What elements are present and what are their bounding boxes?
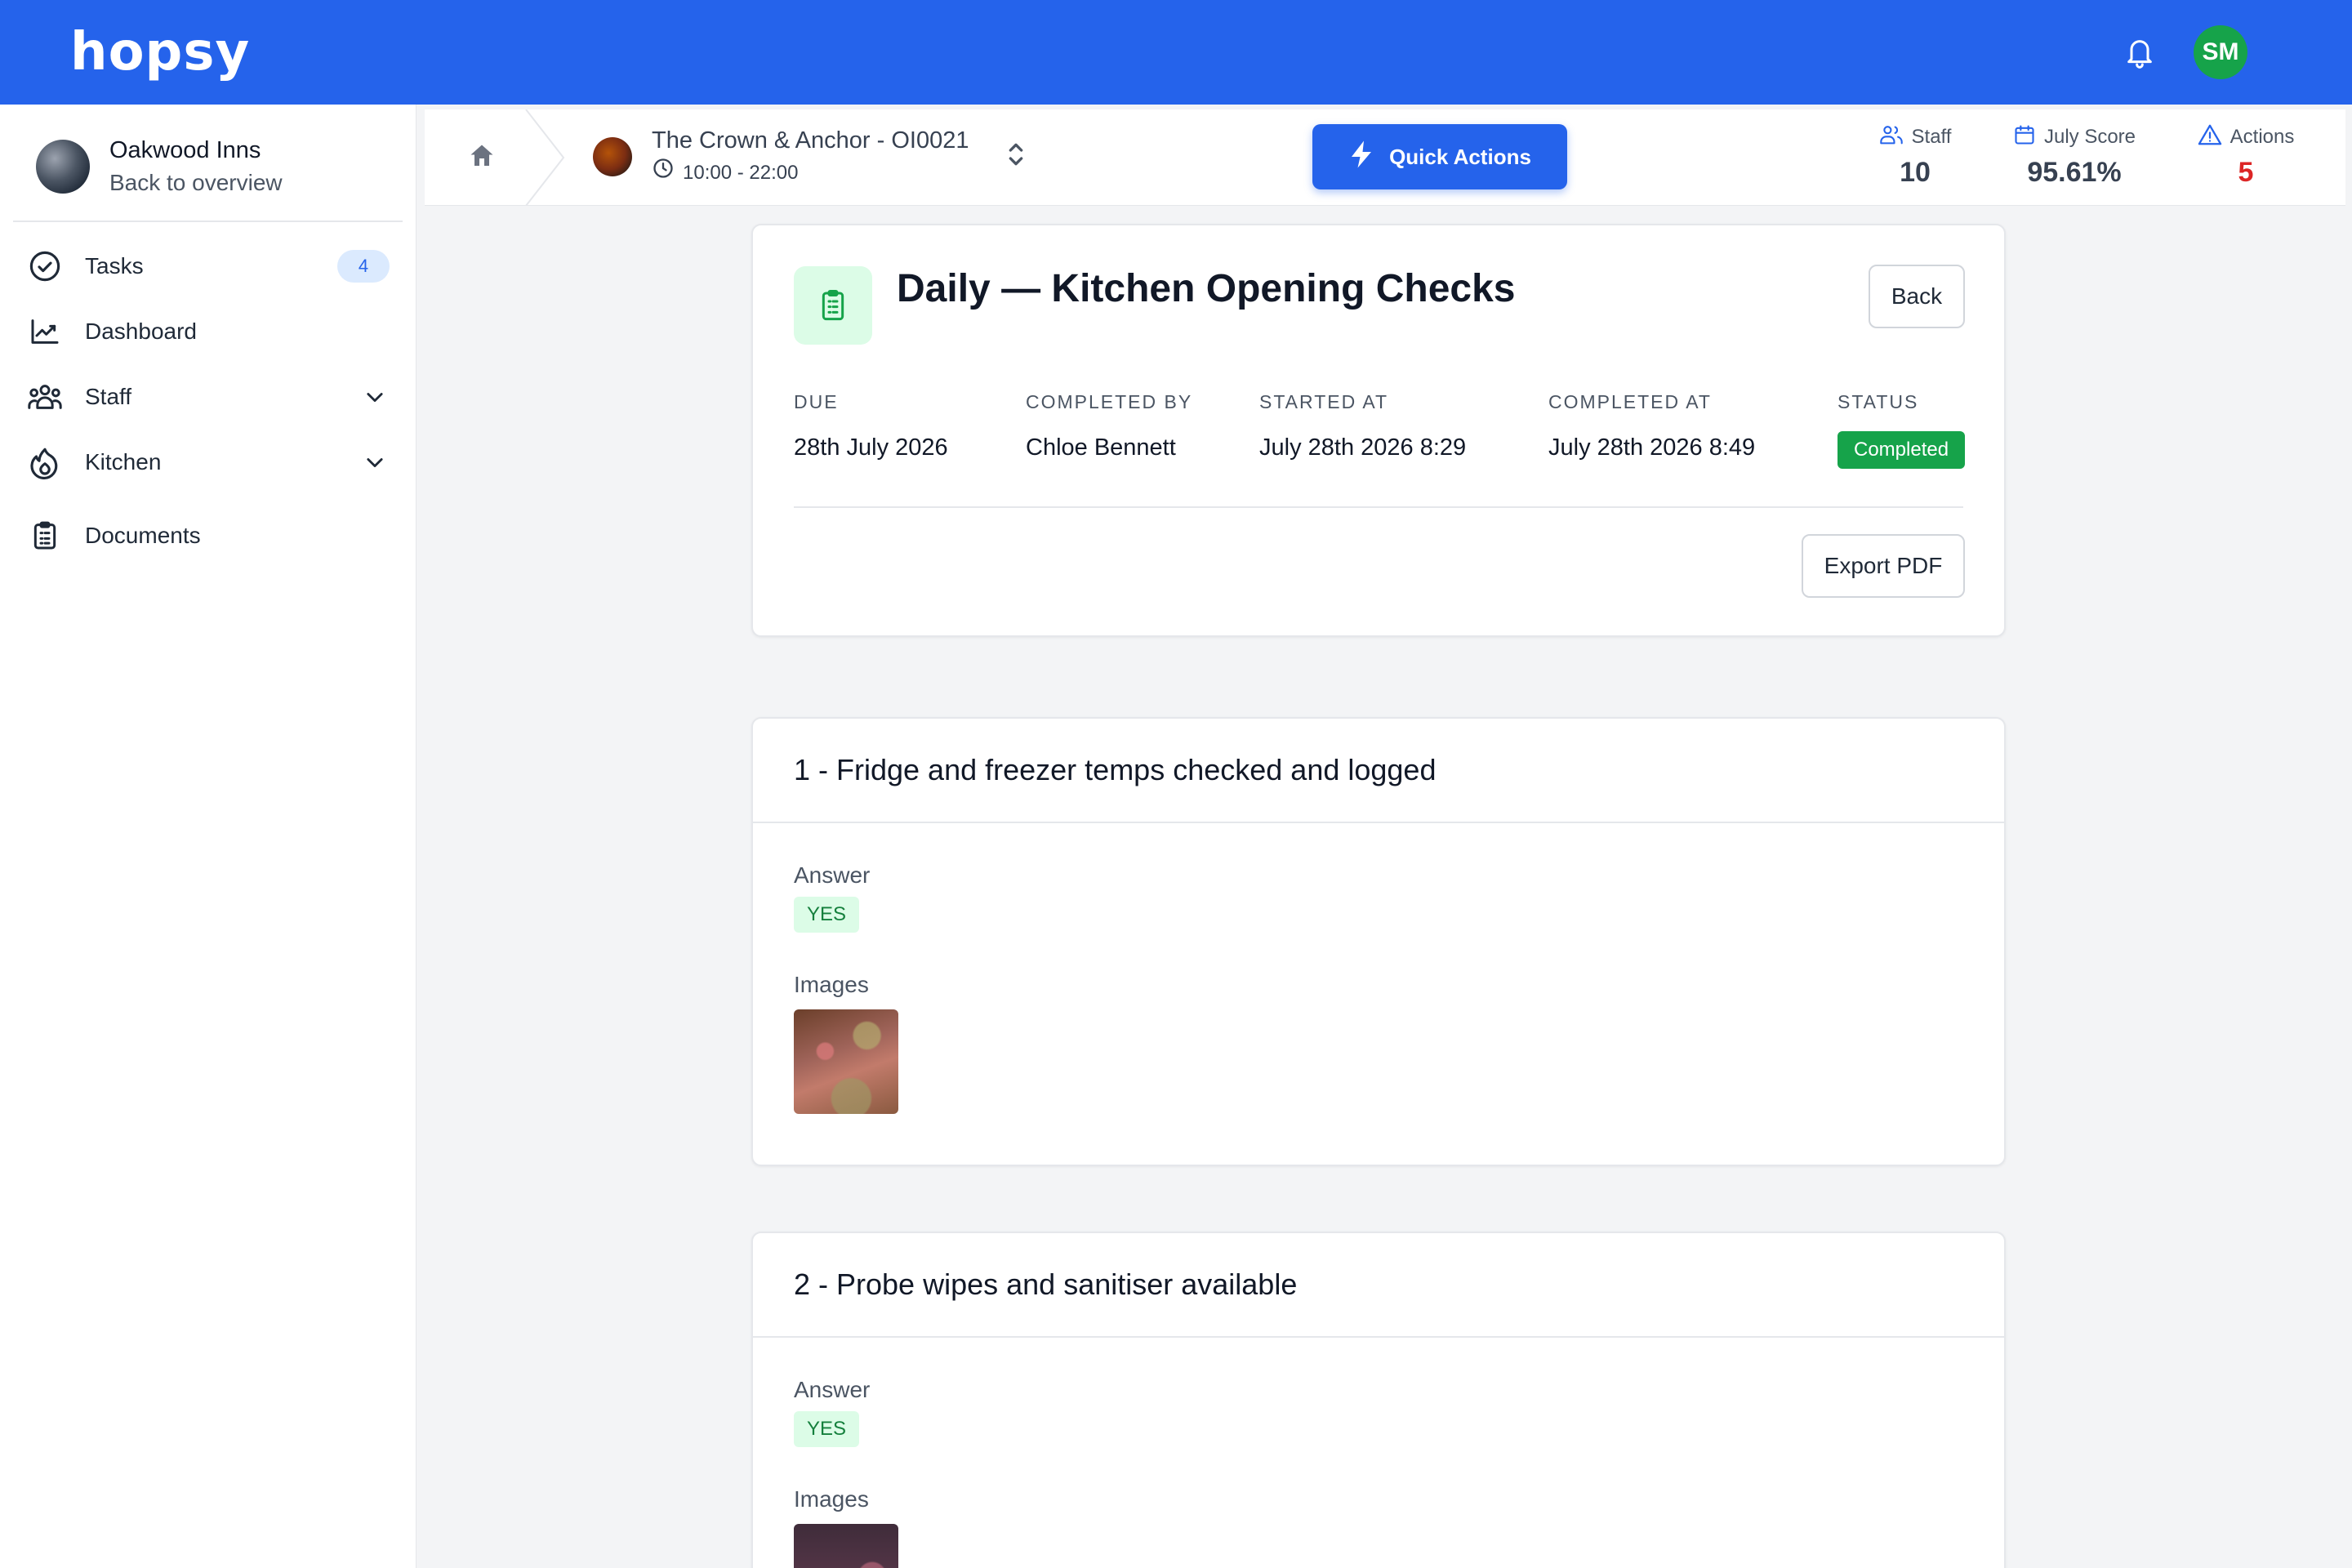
meta-label: COMPLETED BY xyxy=(1026,391,1193,412)
meta-value: July 28th 2026 8:49 xyxy=(1548,434,1756,461)
site-stats: Staff 10 July Score 95.61% Actions 5 xyxy=(1829,121,2328,191)
bell-icon[interactable] xyxy=(2118,31,2161,74)
sidebar-item-staff[interactable]: Staff xyxy=(0,364,416,430)
site-name: The Crown & Anchor - OI0021 xyxy=(652,127,969,154)
meta-due: DUE 28th July 2026 xyxy=(794,385,948,464)
chevron-up-down-icon[interactable] xyxy=(1004,138,1027,175)
user-avatar[interactable]: SM xyxy=(2194,25,2247,79)
sidebar-item-label: Kitchen xyxy=(85,449,162,474)
back-to-overview-link[interactable]: Back to overview xyxy=(109,167,283,199)
status-badge: Completed xyxy=(1838,431,1966,469)
site-avatar xyxy=(593,136,632,176)
calendar-icon xyxy=(2013,123,2036,152)
meta-label: COMPLETED AT xyxy=(1548,391,1712,412)
checklist-header-card: Daily — Kitchen Opening Checks Back DUE … xyxy=(751,224,2006,637)
home-icon xyxy=(467,141,497,175)
sidebar-item-tasks[interactable]: Tasks 4 xyxy=(0,234,416,299)
stat-value: 5 xyxy=(2238,157,2254,188)
answer-label: Answer xyxy=(794,1377,871,1402)
stat-july-score[interactable]: July Score 95.61% xyxy=(1993,121,2156,191)
clipboard-list-icon xyxy=(794,266,872,345)
stat-actions[interactable]: Actions 5 xyxy=(2164,121,2328,191)
meta-completed-by: COMPLETED BY Chloe Bennett xyxy=(1026,385,1192,464)
flame-icon xyxy=(26,443,64,481)
sidebar-item-label: Dashboard xyxy=(85,318,197,344)
quick-actions-label: Quick Actions xyxy=(1389,144,1531,169)
meta-label: STARTED AT xyxy=(1259,391,1389,412)
stat-value: 95.61% xyxy=(2027,157,2122,188)
images-label: Images xyxy=(794,972,869,997)
answer-label: Answer xyxy=(794,862,871,888)
app-logo[interactable]: hopsy xyxy=(70,22,250,82)
stat-label: Actions xyxy=(2230,126,2295,148)
top-bar: hopsy SM xyxy=(0,0,2352,105)
context-bar: The Crown & Anchor - OI0021 10:00 - 22:0… xyxy=(425,109,2345,206)
sidebar-nav: Tasks 4 Dashboard Staff Kitchen Document… xyxy=(0,222,416,568)
meta-label: STATUS xyxy=(1838,391,1919,412)
stat-staff[interactable]: Staff 10 xyxy=(1829,121,2001,191)
question-title: 1 - Fridge and freezer temps checked and… xyxy=(753,719,2004,823)
org-switcher[interactable]: Oakwood Inns Back to overview xyxy=(13,105,403,222)
meta-status: STATUS Completed xyxy=(1838,385,1966,469)
meta-started-at: STARTED AT July 28th 2026 8:29 xyxy=(1259,385,1466,464)
divider xyxy=(794,506,1963,508)
tasks-count-badge: 4 xyxy=(337,250,390,283)
clock-icon xyxy=(652,157,675,189)
stat-label: July Score xyxy=(2043,126,2136,148)
users-icon xyxy=(1879,124,1904,151)
chart-line-icon xyxy=(26,313,64,350)
meta-value: 28th July 2026 xyxy=(794,434,948,461)
stat-label: Staff xyxy=(1911,126,1952,148)
answer-badge: YES xyxy=(794,1411,860,1447)
check-circle-icon xyxy=(26,247,64,285)
question-card: 2 - Probe wipes and sanitiser available … xyxy=(751,1232,2006,1568)
question-card: 1 - Fridge and freezer temps checked and… xyxy=(751,717,2006,1166)
org-name: Oakwood Inns xyxy=(109,137,261,163)
image-thumbnail[interactable] xyxy=(794,1009,898,1114)
back-button[interactable]: Back xyxy=(1869,265,1965,328)
sidebar-item-label: Tasks xyxy=(85,253,144,278)
sidebar-item-label: Staff xyxy=(85,384,132,409)
images-label: Images xyxy=(794,1486,869,1512)
sidebar: Oakwood Inns Back to overview Tasks 4 Da… xyxy=(0,105,416,1568)
meta-value: July 28th 2026 8:29 xyxy=(1259,434,1467,461)
site-selector[interactable]: The Crown & Anchor - OI0021 10:00 - 22:0… xyxy=(593,124,1027,189)
meta-completed-at: COMPLETED AT July 28th 2026 8:49 xyxy=(1548,385,1755,464)
sidebar-item-label: Documents xyxy=(85,523,201,548)
breadcrumb-separator xyxy=(525,109,565,206)
sidebar-item-documents[interactable]: Documents xyxy=(0,503,416,568)
meta-label: DUE xyxy=(794,391,839,412)
chevron-down-icon[interactable] xyxy=(360,382,390,412)
image-thumbnail[interactable] xyxy=(794,1524,898,1568)
org-avatar xyxy=(36,140,90,194)
checklist-title: Daily — Kitchen Opening Checks xyxy=(897,267,1516,310)
answer-badge: YES xyxy=(794,897,860,933)
chevron-down-icon[interactable] xyxy=(360,448,390,477)
question-title: 2 - Probe wipes and sanitiser available xyxy=(753,1233,2004,1338)
site-hours: 10:00 - 22:00 xyxy=(683,161,799,184)
clipboard-icon xyxy=(26,517,64,555)
export-pdf-button[interactable]: Export PDF xyxy=(1802,534,1965,598)
lightning-icon xyxy=(1348,140,1374,175)
site-hours-row: 10:00 - 22:00 xyxy=(652,157,969,189)
warning-icon xyxy=(2198,123,2222,152)
meta-value: Chloe Bennett xyxy=(1026,434,1176,461)
stat-value: 10 xyxy=(1900,157,1931,188)
users-icon xyxy=(26,378,64,416)
sidebar-item-dashboard[interactable]: Dashboard xyxy=(0,299,416,364)
sidebar-item-kitchen[interactable]: Kitchen xyxy=(0,430,416,495)
quick-actions-button[interactable]: Quick Actions xyxy=(1312,124,1567,189)
